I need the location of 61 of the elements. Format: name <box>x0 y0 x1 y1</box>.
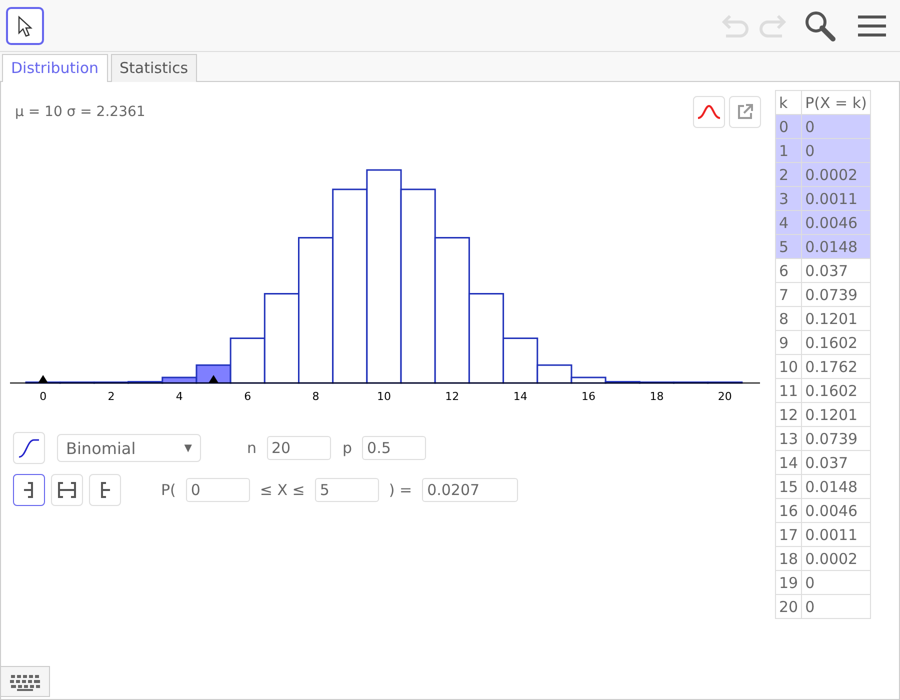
inequality-label: ≤ X ≤ <box>260 481 305 499</box>
axis-tick-label: 10 <box>376 390 391 403</box>
table-cell: 12 <box>776 402 802 426</box>
equals-label: ) = <box>388 481 412 499</box>
table-cell: 15 <box>776 474 802 498</box>
table-cell: 0.0739 <box>802 282 870 306</box>
mean-sd-text: μ = 10 σ = 2.2361 <box>15 104 146 120</box>
table-cell: 5 <box>776 234 802 258</box>
table-cell: 20 <box>776 594 802 618</box>
table-cell: 0.1201 <box>802 402 870 426</box>
column-header: k <box>776 90 802 114</box>
table-cell: 0.0739 <box>802 426 870 450</box>
axis-tick-label: 18 <box>650 390 664 403</box>
axis-tick-label: 12 <box>445 390 460 403</box>
table-cell: 3 <box>776 186 802 210</box>
table-cell: 0.0002 <box>802 162 870 186</box>
table-cell: 2 <box>776 162 802 186</box>
table-cell: 0.0148 <box>802 234 870 258</box>
table-cell: 0.1201 <box>802 306 870 330</box>
table-cell: 0.0148 <box>802 474 870 498</box>
table-cell: 18 <box>776 546 802 570</box>
table-cell: 14 <box>776 450 802 474</box>
table-cell: 13 <box>776 426 802 450</box>
table-cell: 19 <box>776 570 802 594</box>
table-cell: 6 <box>776 258 802 282</box>
table-cell: 7 <box>776 282 802 306</box>
table-cell: 0.0011 <box>802 522 870 546</box>
axis-tick-label: 6 <box>244 390 252 403</box>
table-cell: 10 <box>776 354 802 378</box>
table-cell: 0 <box>776 114 802 138</box>
table-cell: 17 <box>776 522 802 546</box>
table-cell: 0.037 <box>802 450 870 474</box>
axis-tick-label: 4 <box>176 390 183 403</box>
caret-icon: ▼ <box>184 442 192 454</box>
axis-tick-label: 2 <box>108 390 115 403</box>
table-cell: 9 <box>776 330 802 354</box>
table-cell: 0 <box>802 570 870 594</box>
table-cell: 0.037 <box>802 258 870 282</box>
axis-tick-label: 16 <box>582 390 596 403</box>
table-cell: 8 <box>776 306 802 330</box>
parameter-label: p <box>342 439 352 457</box>
table-cell: 11 <box>776 378 802 402</box>
table-cell: 1 <box>776 138 802 162</box>
table-cell: 0.1602 <box>802 378 870 402</box>
table-cell: 0 <box>802 138 870 162</box>
parameter-label: n <box>247 439 257 457</box>
table-cell: 4 <box>776 210 802 234</box>
axis-tick-label: 0 <box>40 390 47 403</box>
axis-tick-label: 14 <box>513 390 528 403</box>
table-cell: 0.0002 <box>802 546 870 570</box>
table-cell: 0.1762 <box>802 354 870 378</box>
axis-tick-label: 20 <box>718 390 732 403</box>
probability-label: P( <box>161 481 176 499</box>
table-cell: 0.0046 <box>802 498 870 522</box>
table-cell: 0.0011 <box>802 186 870 210</box>
table-cell: 0.0046 <box>802 210 870 234</box>
table-cell: 16 <box>776 498 802 522</box>
table-cell: 0.1602 <box>802 330 870 354</box>
table-cell: 0 <box>802 594 870 618</box>
table-cell: 0 <box>802 114 870 138</box>
axis-tick-label: 8 <box>312 390 320 403</box>
